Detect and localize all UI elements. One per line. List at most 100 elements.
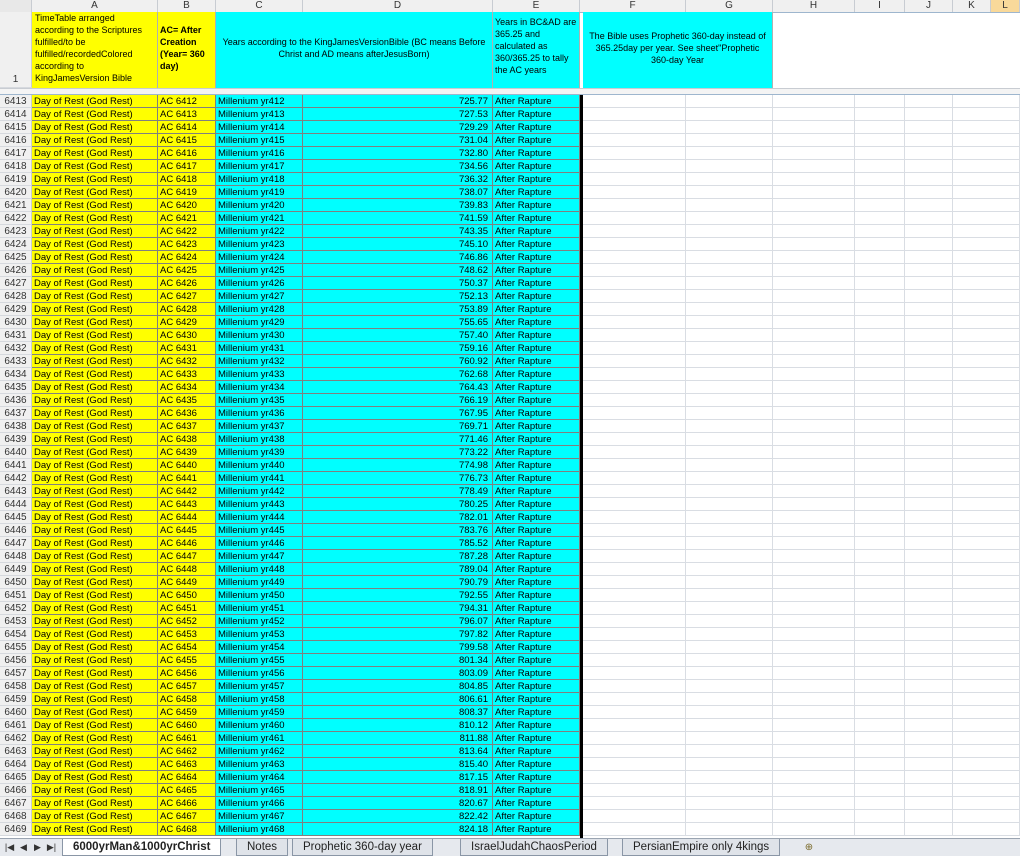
cell-l[interactable]	[953, 654, 1020, 667]
cell-c[interactable]: Millenium yr466	[216, 797, 303, 810]
cell-k[interactable]	[905, 719, 953, 732]
cell-i[interactable]	[773, 381, 855, 394]
cell-g[interactable]	[583, 212, 686, 225]
cell-g[interactable]	[583, 693, 686, 706]
cell-f[interactable]: After Rapture	[493, 225, 580, 238]
cell-f[interactable]: After Rapture	[493, 394, 580, 407]
row-header[interactable]: 6468	[0, 810, 32, 823]
cell-f[interactable]: After Rapture	[493, 693, 580, 706]
row-header[interactable]: 6417	[0, 147, 32, 160]
cell-k[interactable]	[905, 420, 953, 433]
cell-l[interactable]	[953, 238, 1020, 251]
cell-i[interactable]	[773, 784, 855, 797]
cell-e[interactable]: 762.68	[303, 368, 493, 381]
cell-j[interactable]	[855, 342, 905, 355]
cell-b[interactable]: AC 6430	[158, 329, 216, 342]
cell-k[interactable]	[905, 446, 953, 459]
cell-e[interactable]: 736.32	[303, 173, 493, 186]
cell-g[interactable]	[583, 238, 686, 251]
cell-c[interactable]: Millenium yr432	[216, 355, 303, 368]
cell-h[interactable]	[686, 797, 773, 810]
cell-a[interactable]: Day of Rest (God Rest)	[32, 342, 158, 355]
cell-b[interactable]: AC 6422	[158, 225, 216, 238]
cell-j[interactable]	[855, 407, 905, 420]
cell-l[interactable]	[953, 576, 1020, 589]
cell-g[interactable]	[583, 706, 686, 719]
column-header-l[interactable]: L	[991, 0, 1020, 12]
cell-e[interactable]: 820.67	[303, 797, 493, 810]
cell-b[interactable]: AC 6425	[158, 264, 216, 277]
cell-f[interactable]: After Rapture	[493, 472, 580, 485]
cell-l[interactable]	[953, 342, 1020, 355]
cell-h[interactable]	[686, 381, 773, 394]
cell-i[interactable]	[773, 420, 855, 433]
cell-e[interactable]: 789.04	[303, 563, 493, 576]
row-header[interactable]: 6443	[0, 485, 32, 498]
cell-e[interactable]: 752.13	[303, 290, 493, 303]
sheet-tab-6000yr[interactable]: 6000yrMan&1000yrChrist	[62, 839, 222, 856]
cell-j[interactable]	[855, 784, 905, 797]
cell-b[interactable]: AC 6415	[158, 134, 216, 147]
cell-f[interactable]: After Rapture	[493, 719, 580, 732]
row-header[interactable]: 6431	[0, 329, 32, 342]
cell-h[interactable]	[686, 771, 773, 784]
row-header[interactable]: 6420	[0, 186, 32, 199]
cell-c[interactable]: Millenium yr464	[216, 771, 303, 784]
cell-a[interactable]: Day of Rest (God Rest)	[32, 277, 158, 290]
cell-c[interactable]: Millenium yr457	[216, 680, 303, 693]
cell-h[interactable]	[686, 186, 773, 199]
cell-k[interactable]	[905, 498, 953, 511]
row-header[interactable]: 6442	[0, 472, 32, 485]
cell-k[interactable]	[905, 303, 953, 316]
cell-c[interactable]: Millenium yr456	[216, 667, 303, 680]
cell-h[interactable]	[686, 706, 773, 719]
row-header[interactable]: 6416	[0, 134, 32, 147]
cell-a[interactable]: Day of Rest (God Rest)	[32, 745, 158, 758]
row-header[interactable]: 6428	[0, 290, 32, 303]
cell-c[interactable]: Millenium yr419	[216, 186, 303, 199]
cell-k[interactable]	[905, 472, 953, 485]
cell-c[interactable]: Millenium yr452	[216, 615, 303, 628]
row-header[interactable]: 6446	[0, 524, 32, 537]
cell-a[interactable]: Day of Rest (God Rest)	[32, 706, 158, 719]
cell-b[interactable]: AC 6467	[158, 810, 216, 823]
cell-f[interactable]: After Rapture	[493, 199, 580, 212]
cell-a[interactable]: Day of Rest (God Rest)	[32, 810, 158, 823]
cell-b[interactable]: AC 6431	[158, 342, 216, 355]
row-header[interactable]: 6413	[0, 95, 32, 108]
row-header[interactable]: 6465	[0, 771, 32, 784]
column-header-k[interactable]: K	[953, 0, 991, 12]
row-header[interactable]: 6425	[0, 251, 32, 264]
cell-h[interactable]	[686, 173, 773, 186]
cell-e[interactable]: 808.37	[303, 706, 493, 719]
cell-j[interactable]	[855, 316, 905, 329]
cell-e[interactable]: 803.09	[303, 667, 493, 680]
cell-a[interactable]: Day of Rest (God Rest)	[32, 771, 158, 784]
column-header-g[interactable]: G	[686, 0, 773, 12]
cell-i[interactable]	[773, 355, 855, 368]
cell-g[interactable]	[583, 303, 686, 316]
cell-b[interactable]: AC 6452	[158, 615, 216, 628]
cell-f[interactable]: After Rapture	[493, 433, 580, 446]
cell-i[interactable]	[773, 758, 855, 771]
cell-l[interactable]	[953, 303, 1020, 316]
cell-c[interactable]: Millenium yr439	[216, 446, 303, 459]
cell-h[interactable]	[686, 758, 773, 771]
cell-j[interactable]	[855, 576, 905, 589]
cell-e[interactable]: 797.82	[303, 628, 493, 641]
cell-k[interactable]	[905, 667, 953, 680]
cell-e[interactable]: 766.19	[303, 394, 493, 407]
row-header[interactable]: 6459	[0, 693, 32, 706]
row-header[interactable]: 6457	[0, 667, 32, 680]
cell-h[interactable]	[686, 95, 773, 108]
cell-l[interactable]	[953, 290, 1020, 303]
cell-f[interactable]: After Rapture	[493, 654, 580, 667]
cell-a[interactable]: Day of Rest (God Rest)	[32, 511, 158, 524]
cell-a[interactable]: Day of Rest (God Rest)	[32, 459, 158, 472]
cell-l[interactable]	[953, 823, 1020, 836]
cell-j[interactable]	[855, 719, 905, 732]
cell-b[interactable]: AC 6429	[158, 316, 216, 329]
cell-e[interactable]: 734.56	[303, 160, 493, 173]
cell-c[interactable]: Millenium yr417	[216, 160, 303, 173]
cell-e[interactable]: 817.15	[303, 771, 493, 784]
